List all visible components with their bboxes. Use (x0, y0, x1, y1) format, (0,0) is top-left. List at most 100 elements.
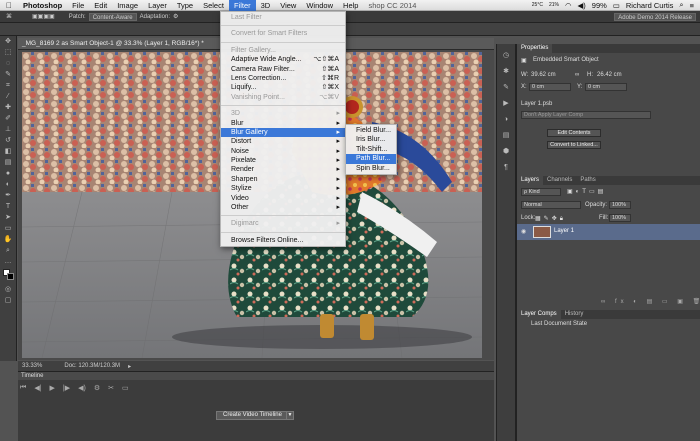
filter-icons[interactable]: ▣◐T▭▤ (567, 188, 606, 195)
audio-icon[interactable]: ◀) (78, 384, 86, 392)
menu-item-blur[interactable]: Blur ▸ (221, 119, 345, 128)
mode-icon[interactable]: ▣▣▣▣ (32, 13, 55, 20)
settings-icon[interactable]: ⚙ (94, 384, 100, 392)
y-field[interactable]: 0 cm (585, 83, 627, 91)
menu-item-field-blur[interactable]: Field Blur... (346, 126, 396, 135)
zoom-tool-icon[interactable]: ⌕ (3, 247, 14, 255)
menu-item-other[interactable]: Other ▸ (221, 203, 345, 212)
patch-select[interactable]: Content-Aware (88, 12, 137, 21)
status-arrow-icon[interactable]: ▸ (128, 363, 131, 370)
menu-item-spin-blur[interactable]: Spin Blur... (346, 164, 396, 173)
tab-history[interactable]: History (561, 310, 588, 319)
menu-image[interactable]: Image (112, 0, 143, 11)
menu-view[interactable]: View (275, 0, 301, 11)
doc-size[interactable]: Doc: 120.3M/120.3M (64, 363, 120, 369)
tab-layer-comps[interactable]: Layer Comps (517, 310, 561, 319)
lasso-tool-icon[interactable]: ◌ (3, 60, 14, 68)
move-tool-icon[interactable]: ✥ (3, 38, 14, 46)
eraser-tool-icon[interactable]: ◧ (3, 148, 14, 156)
battery-status[interactable]: 99% (592, 1, 607, 10)
menu-file[interactable]: File (67, 0, 89, 11)
play-icon[interactable]: ▶ (50, 384, 55, 392)
layer-actions-icons[interactable]: ∞ fx ◐ ▤ ▭ ▣ 🗑︎ (601, 298, 700, 305)
history-icon[interactable]: ◷ (501, 52, 511, 60)
apple-icon[interactable]:  (0, 0, 18, 11)
chevron-down-icon[interactable]: ▼ (286, 411, 294, 420)
opacity-field[interactable]: 100% (609, 201, 631, 209)
layer-comp-select[interactable]: Don't Apply Layer Comp (521, 111, 651, 119)
zoom-level[interactable]: 33.33% (22, 363, 42, 369)
menu-item-iris-blur[interactable]: Iris Blur... (346, 135, 396, 144)
link-icon[interactable]: ∞ (575, 72, 579, 78)
healing-tool-icon[interactable]: ✚ (3, 104, 14, 112)
fill-field[interactable]: 100% (609, 214, 631, 222)
stamp-tool-icon[interactable]: ⊥ (3, 126, 14, 134)
wifi-icon[interactable]: ◠ (565, 1, 572, 10)
menu-select[interactable]: Select (198, 0, 229, 11)
menu-help[interactable]: Help (338, 0, 363, 11)
menu-item-browse-filters[interactable]: Browse Filters Online... (221, 236, 345, 245)
paragraph-icon[interactable]: ¶ (501, 164, 511, 172)
menu-item-sharpen[interactable]: Sharpen ▸ (221, 175, 345, 184)
patch-tool-icon[interactable]: ⌘ (6, 13, 12, 20)
lock-icons[interactable]: ▦✎✥🔒︎ (535, 215, 566, 223)
menu-item-blur-gallery[interactable]: Blur Gallery ▸ (221, 127, 345, 138)
menu-item-render[interactable]: Render ▸ (221, 165, 345, 174)
menu-item-pixelate[interactable]: Pixelate ▸ (221, 156, 345, 165)
first-frame-icon[interactable]: ⏮ (20, 384, 26, 392)
screen-mode-icon[interactable]: ▢ (3, 297, 14, 305)
menu-item-lens-correction[interactable]: Lens Correction... ⇧⌘R (221, 74, 345, 83)
x-field[interactable]: 0 cm (529, 83, 571, 91)
3d-icon[interactable]: ⬢ (501, 148, 511, 156)
workspace-select[interactable]: Adobe Demo 2014 Release (614, 12, 696, 21)
blend-mode-select[interactable]: Normal (521, 201, 581, 209)
crop-tool-icon[interactable]: ⌗ (3, 82, 14, 90)
tab-channels[interactable]: Channels (543, 176, 576, 185)
prev-frame-icon[interactable]: ◀| (34, 384, 41, 392)
height-value[interactable]: 26.42 cm (597, 72, 622, 78)
edit-toolbar-icon[interactable]: … (3, 258, 14, 266)
actions-icon[interactable]: ▶ (501, 100, 511, 108)
menu-item-path-blur[interactable]: Path Blur... (346, 154, 396, 164)
volume-icon[interactable]: ◀) (578, 1, 586, 10)
kind-filter-select[interactable]: ρ Kind (521, 188, 561, 196)
blur-tool-icon[interactable]: ● (3, 170, 14, 178)
menu-item-distort[interactable]: Distort ▸ (221, 137, 345, 146)
menu-filter[interactable]: Filter (228, 0, 256, 11)
menu-item-stylize[interactable]: Stylize ▸ (221, 184, 345, 193)
menu-window[interactable]: Window (301, 0, 338, 11)
menu-layer[interactable]: Layer (143, 0, 172, 11)
next-frame-icon[interactable]: |▶ (63, 384, 70, 392)
menu-item-adaptive-wide-angle[interactable]: Adaptive Wide Angle... ⌥⇧⌘A (221, 55, 345, 64)
pen-tool-icon[interactable]: ✒ (3, 192, 14, 200)
tab-paths[interactable]: Paths (576, 176, 599, 185)
brushes-icon[interactable]: ✎ (501, 84, 511, 92)
menu-type[interactable]: Type (172, 0, 198, 11)
menu-photoshop[interactable]: Photoshop (18, 0, 67, 11)
type-tool-icon[interactable]: T (3, 203, 14, 211)
path-select-icon[interactable]: ➤ (3, 214, 14, 222)
menu-item-liquify[interactable]: Liquify... ⇧⌘X (221, 83, 345, 92)
edit-contents-button[interactable]: Edit Contents (547, 129, 601, 137)
quick-mask-icon[interactable]: ◎ (3, 286, 14, 294)
create-video-timeline-button[interactable]: Create Video Timeline (216, 411, 289, 420)
brush-tool-icon[interactable]: ✐ (3, 115, 14, 123)
shape-tool-icon[interactable]: ▭ (3, 225, 14, 233)
eye-icon[interactable]: ◉ (521, 228, 526, 235)
color-swatches-icon[interactable] (2, 269, 14, 283)
user-name[interactable]: Richard Curtis (626, 1, 674, 10)
layer-row-layer-1[interactable]: ◉ Layer 1 (517, 224, 700, 240)
tab-properties[interactable]: Properties (517, 44, 553, 53)
adjustments-icon[interactable]: ◑ (501, 116, 511, 124)
convert-to-linked-button[interactable]: Convert to Linked... (547, 141, 601, 149)
layer-name[interactable]: Layer 1 (554, 228, 574, 234)
spotlight-icon[interactable]: ⌕ (679, 0, 683, 10)
menu-3d[interactable]: 3D (256, 0, 276, 11)
menu-item-noise[interactable]: Noise ▸ (221, 147, 345, 156)
history-brush-icon[interactable]: ↺ (3, 137, 14, 145)
list-icon[interactable]: ≡ (690, 1, 694, 10)
width-value[interactable]: 39.62 cm (531, 72, 556, 78)
eyedropper-tool-icon[interactable]: ⁄ (3, 93, 14, 101)
dodge-tool-icon[interactable]: ◐ (3, 181, 14, 189)
marquee-tool-icon[interactable]: ⬚ (3, 49, 14, 57)
